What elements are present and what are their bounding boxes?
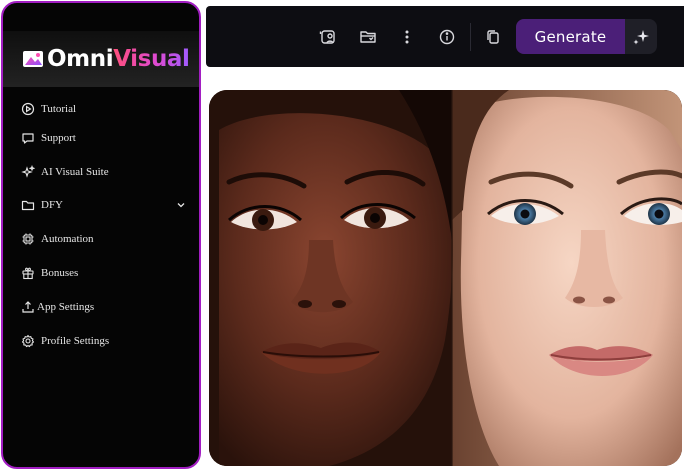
sidebar: Omni Visual Tutorial Support AI Visual Su… [1,1,201,469]
brand-logo[interactable]: Omni Visual [21,45,190,73]
folder-icon [21,198,35,212]
chevron-down-icon[interactable] [175,199,187,211]
sidebar-item-ai-visual-suite[interactable]: AI Visual Suite [21,161,191,183]
sparkles-icon [21,165,35,179]
image-user-icon [319,30,335,44]
portrait-illustration [209,90,682,466]
sidebar-item-label: Bonuses [41,267,79,279]
sidebar-item-dfy[interactable]: DFY [21,194,191,216]
info-button[interactable] [436,26,458,48]
sidebar-item-label: App Settings [37,301,95,313]
brand-name-part1: Omni [47,46,114,72]
sidebar-item-label: Profile Settings [41,335,110,347]
sidebar-item-bonuses[interactable]: Bonuses [21,262,191,284]
sidebar-item-app-settings[interactable]: App Settings [21,296,191,318]
brand-name-part2: Visual [113,46,190,72]
toolbar-divider [470,23,471,51]
magic-generate-button[interactable] [625,19,657,54]
copy-button[interactable] [482,26,504,48]
folder-save-icon [360,31,376,43]
sidebar-item-profile-settings[interactable]: Profile Settings [21,330,191,352]
sidebar-item-automation[interactable]: Automation [21,228,191,250]
sidebar-item-label: AI Visual Suite [41,166,109,178]
top-toolbar: Generate [206,6,684,67]
sidebar-item-label: DFY [41,199,64,211]
generate-button[interactable]: Generate [516,19,625,54]
info-circle-icon [439,29,455,45]
sidebar-item-tutorial[interactable]: Tutorial [21,98,191,120]
gift-icon [21,266,35,280]
generated-portrait-image [209,90,682,466]
sparkle-magic-icon [633,29,649,44]
upload-icon [21,300,35,314]
chat-bubble-icon [21,131,35,145]
sidebar-item-label: Tutorial [41,103,77,115]
image-user-button[interactable] [317,26,339,48]
folder-save-button[interactable] [357,26,379,48]
copy-icon [487,30,499,44]
more-vertical-icon [405,30,409,44]
sidebar-item-support[interactable]: Support [21,127,191,149]
more-options-button[interactable] [396,26,418,48]
sidebar-item-label: Automation [41,233,94,245]
omnivisual-logo-icon [23,51,43,67]
play-circle-icon [21,102,35,116]
gear-icon [21,334,35,348]
sidebar-item-label: Support [41,132,76,144]
logo-banner: Omni Visual [3,31,199,87]
chip-icon [21,232,35,246]
